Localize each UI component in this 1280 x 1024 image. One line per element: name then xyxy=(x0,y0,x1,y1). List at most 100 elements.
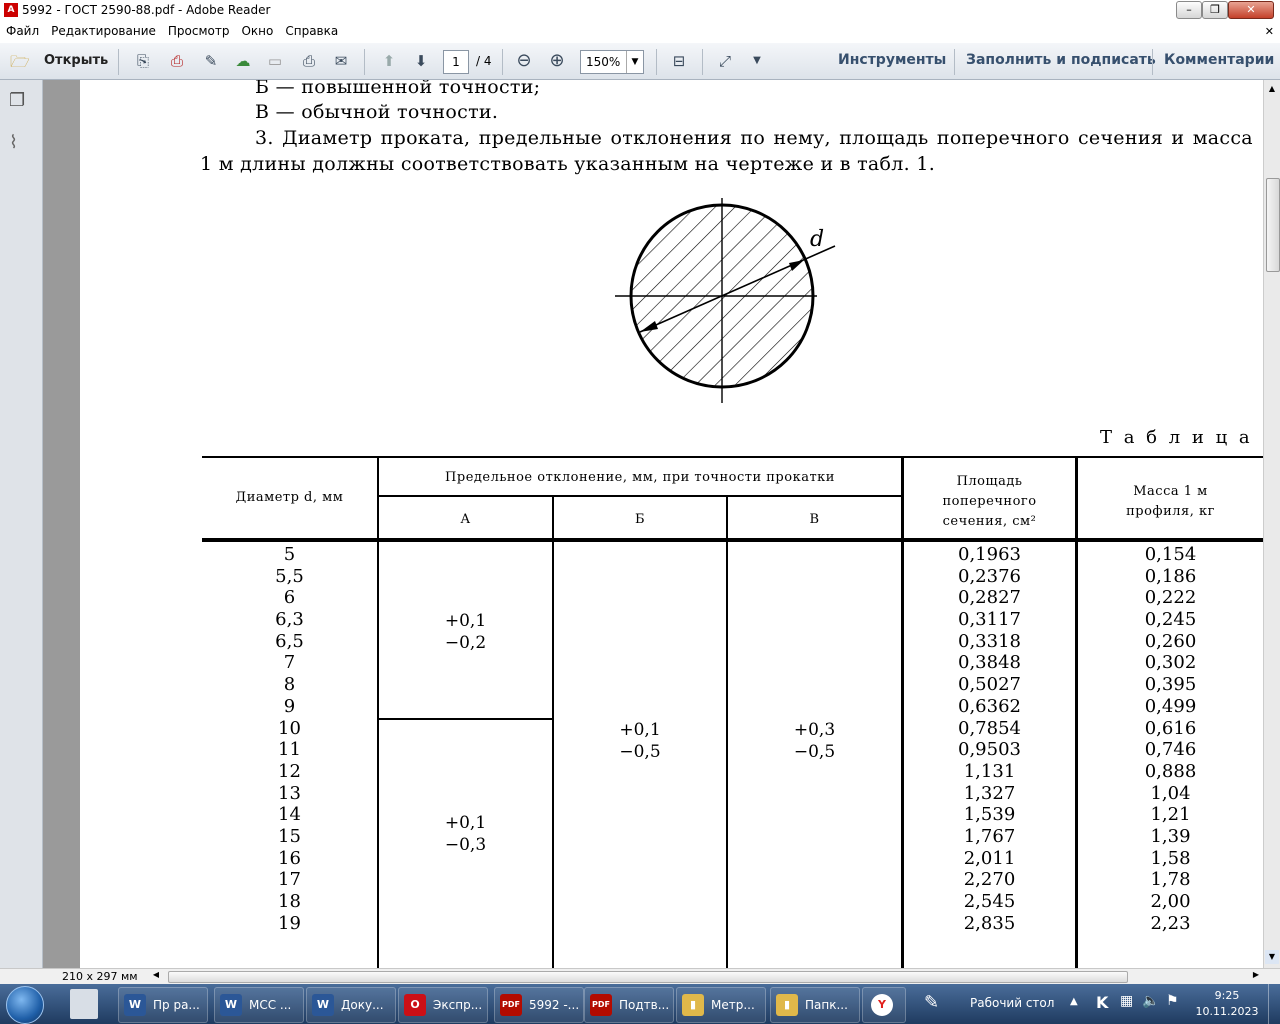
clock-date: 10.11.2023 xyxy=(1195,1005,1259,1018)
calculator-icon[interactable] xyxy=(70,989,98,1019)
menu-close-icon[interactable]: ✕ xyxy=(1265,25,1274,38)
zoom-select[interactable]: 150% ▼ xyxy=(580,50,644,74)
edit-icon[interactable]: ✎ xyxy=(200,51,222,71)
attachments-icon[interactable]: ⌇ xyxy=(9,132,29,153)
deviation-a-group1: +0,1 −0,2 xyxy=(379,610,552,654)
comments-link[interactable]: Комментарии xyxy=(1164,52,1274,68)
zoom-out-icon[interactable]: ⊖ xyxy=(513,51,535,71)
kaspersky-icon[interactable]: K xyxy=(1096,993,1108,1012)
scroll-down-icon[interactable]: ▼ xyxy=(1265,950,1279,964)
tools-link[interactable]: Инструменты xyxy=(838,52,946,68)
taskbar-item[interactable]: W МСС ... xyxy=(214,987,304,1023)
header-area: Площадь поперечного сечения, см² xyxy=(904,472,1075,532)
table-cell-diameter: 9 xyxy=(283,695,296,717)
minimize-button[interactable]: – xyxy=(1176,1,1202,19)
desktop-toolbar-icon[interactable]: ✎ xyxy=(924,992,950,1016)
table-cell-mass: 0,499 xyxy=(1144,695,1197,717)
next-page-icon[interactable]: ⬇ xyxy=(410,51,432,71)
table-cell-mass: 0,186 xyxy=(1144,565,1197,587)
deviation-a-group2: +0,1 −0,3 xyxy=(379,812,552,856)
print-icon[interactable]: ⎙ xyxy=(298,51,320,71)
table-cell-diameter: 18 xyxy=(278,891,301,912)
header-mass-line2: профиля, кг xyxy=(1126,504,1215,519)
table-cell-area: 0,6362 xyxy=(958,695,1021,717)
start-button[interactable] xyxy=(6,986,44,1024)
deviation-a2-minus: −0,3 xyxy=(444,835,487,855)
taskbar-item[interactable]: ▮ Папк... xyxy=(770,987,860,1023)
deviation-b-minus: −0,5 xyxy=(619,742,661,762)
taskbar-item[interactable]: PDF 5992 -... xyxy=(494,987,584,1023)
toolbar: 🗁 Открыть ⎘ ⎙ ✎ ☁ ▭ ⎙ ✉ ⬆ ⬇ 1 / 4 ⊖ ⊕ 15… xyxy=(0,43,1280,80)
taskbar-item[interactable]: O Экспр... xyxy=(398,987,488,1023)
page-thumbnails-icon[interactable]: ❐ xyxy=(9,90,29,111)
navigation-pane: ❐ ⌇ xyxy=(0,80,43,968)
export-pdf-icon[interactable]: ⎙ xyxy=(166,51,188,71)
chevron-down-icon[interactable]: ▼ xyxy=(626,51,643,73)
network-icon[interactable]: ▦ xyxy=(1120,993,1133,1009)
zoom-in-icon[interactable]: ⊕ xyxy=(546,51,568,71)
table-cell-area: 1,767 xyxy=(963,825,1016,847)
taskbar-item[interactable]: ▮ Метр... xyxy=(676,987,766,1023)
page-number-input[interactable]: 1 xyxy=(443,50,469,74)
create-pdf-icon[interactable]: ⎘ xyxy=(132,51,154,71)
deviation-v: +0,3 −0,5 xyxy=(728,719,901,763)
taskbar-app-icon: O xyxy=(404,994,426,1016)
scroll-up-icon[interactable]: ▲ xyxy=(1265,82,1279,96)
deviation-a1-plus: +0,1 xyxy=(444,611,487,631)
menu-edit[interactable]: Редактирование xyxy=(45,22,162,40)
yandex-browser-button[interactable]: Y xyxy=(862,987,906,1023)
table-cell-diameter: 16 xyxy=(278,847,301,869)
show-desktop-button[interactable] xyxy=(1268,984,1280,1024)
horizontal-scrollbar-thumb[interactable] xyxy=(168,971,1128,983)
taskbar-app-icon: PDF xyxy=(500,994,522,1016)
taskbar-item-label: Подтв... xyxy=(619,998,670,1012)
upload-cloud-icon[interactable]: ☁ xyxy=(232,51,254,71)
table-cell-area: 0,9503 xyxy=(958,739,1021,761)
taskbar-item-label: 5992 -... xyxy=(529,998,580,1012)
table-cell-mass: 0,302 xyxy=(1144,652,1197,674)
full-screen-icon[interactable]: ⤢ xyxy=(714,51,736,71)
yandex-icon: Y xyxy=(871,994,893,1016)
volume-icon[interactable]: 🔈 xyxy=(1142,993,1159,1009)
menu-file[interactable]: Файл xyxy=(0,22,45,40)
flag-icon[interactable]: ⚑ xyxy=(1166,993,1179,1009)
header-diameter: Диаметр d, мм xyxy=(235,490,344,505)
taskbar-item[interactable]: W Пр ра... xyxy=(118,987,208,1023)
fit-page-icon[interactable]: ⊟ xyxy=(668,51,690,71)
table-cell-diameter: 15 xyxy=(278,825,301,847)
save-icon[interactable]: ▭ xyxy=(264,51,286,71)
clock-time: 9:25 xyxy=(1214,989,1240,1002)
tray-expand-icon[interactable]: ▲ xyxy=(1070,996,1078,1007)
cross-section-figure: d xyxy=(615,198,836,403)
clock[interactable]: 9:25 10.11.2023 xyxy=(1192,988,1262,1020)
desktop-label[interactable]: Рабочий стол xyxy=(970,996,1054,1010)
table-cell-area: 1,539 xyxy=(963,804,1016,826)
page-size-label: 210 x 297 мм xyxy=(62,970,138,983)
taskbar-app-icon: ▮ xyxy=(682,994,704,1016)
scrollbar-thumb[interactable] xyxy=(1266,178,1280,272)
scroll-right-icon[interactable]: ▶ xyxy=(1250,970,1262,982)
scroll-left-icon[interactable]: ◀ xyxy=(150,970,162,982)
table-cell-diameter: 7 xyxy=(283,652,296,674)
header-area-line1: Площадь xyxy=(956,474,1023,489)
vertical-scrollbar[interactable]: ▲ ▼ xyxy=(1263,80,1280,968)
taskbar-item[interactable]: PDF Подтв... xyxy=(584,987,674,1023)
email-icon[interactable]: ✉ xyxy=(330,51,352,71)
open-button[interactable]: 🗁 Открыть xyxy=(6,49,108,73)
menu-help[interactable]: Справка xyxy=(279,22,344,40)
table-cell-diameter: 6,5 xyxy=(275,630,304,652)
table-cell-area: 0,3848 xyxy=(958,652,1021,674)
deviation-b: +0,1 −0,5 xyxy=(554,719,726,763)
customize-toolbar-icon[interactable]: ▼ xyxy=(746,51,768,71)
menu-view[interactable]: Просмотр xyxy=(162,22,236,40)
taskbar-item-label: Метр... xyxy=(711,998,755,1012)
menu-window[interactable]: Окно xyxy=(235,22,279,40)
table-cell-area: 1,327 xyxy=(963,782,1016,804)
table-cell-mass: 0,888 xyxy=(1144,760,1197,782)
fill-sign-link[interactable]: Заполнить и подписать xyxy=(966,52,1156,68)
previous-page-icon[interactable]: ⬆ xyxy=(378,51,400,71)
maximize-button[interactable]: ❐ xyxy=(1202,1,1228,19)
doc-paragraph-3-line1: 3. Диаметр проката, предельные отклонени… xyxy=(255,127,1253,149)
close-button[interactable]: ✕ xyxy=(1228,1,1274,19)
taskbar-item[interactable]: W Доку... xyxy=(306,987,396,1023)
